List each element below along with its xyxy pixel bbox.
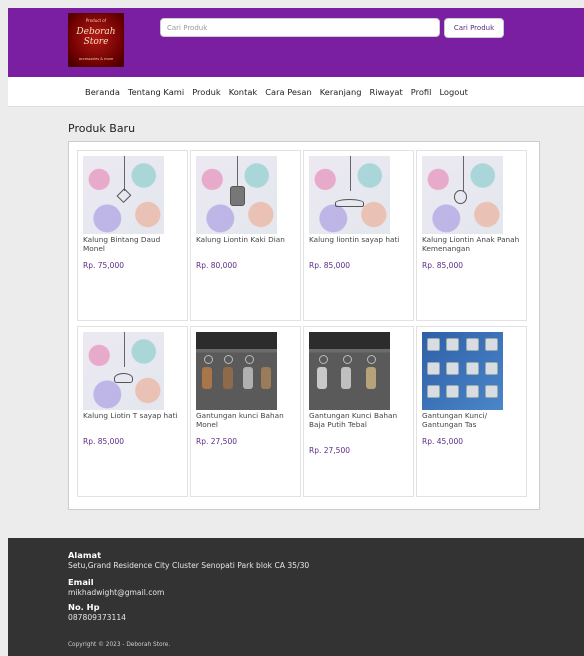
nav-cara-pesan[interactable]: Cara Pesan bbox=[265, 87, 312, 97]
email-label: Email bbox=[68, 577, 94, 587]
keyring bbox=[343, 355, 353, 365]
address-label: Alamat bbox=[68, 550, 102, 560]
product-image[interactable] bbox=[309, 156, 390, 234]
keyring bbox=[204, 355, 214, 365]
t-winged-heart-pendant bbox=[113, 372, 134, 384]
nav-riwayat[interactable]: Riwayat bbox=[370, 87, 403, 97]
footer: Alamat Setu,Grand Residence City Cluster… bbox=[8, 538, 584, 656]
star-pendant bbox=[116, 188, 131, 204]
keychain-tile bbox=[465, 338, 479, 352]
keyring bbox=[244, 355, 254, 365]
arrow-pendant bbox=[454, 190, 468, 205]
product-name[interactable]: Gantungan Kunci Bahan Baja Putih Tebal bbox=[309, 411, 409, 429]
nav-keranjang[interactable]: Keranjang bbox=[320, 87, 362, 97]
nav-kontak[interactable]: Kontak bbox=[229, 87, 258, 97]
keyring bbox=[224, 355, 234, 365]
product-card[interactable]: Gantungan kunci Bahan Monel Rp. 27,500 bbox=[190, 326, 301, 497]
foot-pendant bbox=[230, 185, 245, 206]
product-price: Rp. 80,000 bbox=[196, 261, 237, 270]
product-price: Rp. 75,000 bbox=[83, 261, 124, 270]
product-name[interactable]: Gantungan Kunci/ Gantungan Tas bbox=[422, 411, 522, 429]
keychain-charm bbox=[317, 367, 328, 390]
logo-title: Deborah Store bbox=[69, 27, 123, 47]
keychain-charm bbox=[341, 367, 352, 390]
product-card[interactable]: Kalung Liontin Anak Panah Kemenangan Rp.… bbox=[416, 150, 527, 321]
product-image[interactable] bbox=[422, 332, 503, 410]
keychain-tile bbox=[446, 338, 460, 352]
necklace-chain bbox=[349, 156, 351, 192]
section-title: Produk Baru bbox=[68, 122, 136, 135]
logo-bottom-text: accessories & more bbox=[78, 57, 114, 61]
nav-tentang-kami[interactable]: Tentang Kami bbox=[128, 87, 184, 97]
product-name[interactable]: Kalung Liontin Kaki Dian bbox=[196, 235, 296, 245]
winged-heart-pendant bbox=[334, 198, 365, 207]
product-image[interactable] bbox=[196, 156, 277, 234]
product-image[interactable] bbox=[83, 156, 164, 234]
store-logo[interactable]: Product of Deborah Store accessories & m… bbox=[68, 13, 124, 67]
product-card[interactable]: Gantungan Kunci Bahan Baja Putih Tebal R… bbox=[303, 326, 414, 497]
keychain-charm bbox=[242, 367, 253, 390]
product-image[interactable] bbox=[83, 332, 164, 410]
search-input[interactable] bbox=[160, 18, 440, 37]
product-card[interactable]: Gantungan Kunci/ Gantungan Tas Rp. 45,00… bbox=[416, 326, 527, 497]
nav-beranda[interactable]: Beranda bbox=[85, 87, 120, 97]
product-price: Rp. 85,000 bbox=[422, 261, 463, 270]
keychain-tile bbox=[446, 361, 460, 375]
phone-value: 087809373114 bbox=[68, 613, 126, 622]
keyring bbox=[367, 355, 377, 365]
nav-menu: Beranda Tentang Kami Produk Kontak Cara … bbox=[85, 77, 468, 107]
product-name[interactable]: Kalung Bintang Daud Monel bbox=[83, 235, 183, 253]
necklace-chain bbox=[462, 156, 464, 192]
product-price: Rp. 85,000 bbox=[309, 261, 350, 270]
email-value: mikhadwight@gmail.com bbox=[68, 588, 165, 597]
logo-title-line2: Store bbox=[83, 37, 109, 47]
keychain-tile bbox=[485, 385, 499, 399]
product-name[interactable]: Kalung Liontin Anak Panah Kemenangan bbox=[422, 235, 522, 253]
product-price: Rp. 27,500 bbox=[196, 437, 237, 446]
logo-top-text: Product of bbox=[85, 18, 107, 23]
keychain-charm bbox=[260, 367, 271, 390]
product-image[interactable] bbox=[422, 156, 503, 234]
product-image[interactable] bbox=[309, 332, 390, 410]
nav-produk[interactable]: Produk bbox=[192, 87, 221, 97]
necklace-chain bbox=[123, 156, 125, 192]
keychain-charm bbox=[222, 367, 233, 390]
keychain-tile bbox=[426, 385, 440, 399]
navbar: Beranda Tentang Kami Produk Kontak Cara … bbox=[8, 77, 584, 107]
product-price: Rp. 45,000 bbox=[422, 437, 463, 446]
nav-profil[interactable]: Profil bbox=[411, 87, 432, 97]
search-button[interactable]: Cari Produk bbox=[444, 18, 504, 38]
product-name[interactable]: Gantungan kunci Bahan Monel bbox=[196, 411, 296, 429]
header: Product of Deborah Store accessories & m… bbox=[8, 8, 584, 77]
keychain-tile bbox=[485, 338, 499, 352]
keychain-tile bbox=[465, 385, 479, 399]
phone-label: No. Hp bbox=[68, 602, 100, 612]
product-grid: Kalung Bintang Daud Monel Rp. 75,000 Kal… bbox=[68, 141, 540, 510]
product-card[interactable]: Kalung Bintang Daud Monel Rp. 75,000 bbox=[77, 150, 188, 321]
product-card[interactable]: Kalung liontin sayap hati Rp. 85,000 bbox=[303, 150, 414, 321]
keychain-tile bbox=[426, 338, 440, 352]
copyright-text: Copyright © 2023 - Deborah Store. bbox=[68, 642, 171, 648]
necklace-chain bbox=[123, 332, 125, 368]
keychain-tile bbox=[426, 361, 440, 375]
product-name[interactable]: Kalung liontin sayap hati bbox=[309, 235, 409, 245]
keychain-charm bbox=[202, 367, 213, 390]
product-name[interactable]: Kalung Liotin T sayap hati bbox=[83, 411, 183, 421]
nav-logout[interactable]: Logout bbox=[439, 87, 467, 97]
product-price: Rp. 85,000 bbox=[83, 437, 124, 446]
address-value: Setu,Grand Residence City Cluster Senopa… bbox=[68, 561, 310, 570]
keyring bbox=[318, 355, 328, 365]
product-card[interactable]: Kalung Liotin T sayap hati Rp. 85,000 bbox=[77, 326, 188, 497]
product-image[interactable] bbox=[196, 332, 277, 410]
product-card[interactable]: Kalung Liontin Kaki Dian Rp. 80,000 bbox=[190, 150, 301, 321]
keychain-charm bbox=[365, 367, 376, 390]
keychain-tile bbox=[446, 385, 460, 399]
keychain-tile bbox=[465, 361, 479, 375]
logo-title-line1: Deborah bbox=[76, 27, 116, 37]
keychain-tile bbox=[485, 361, 499, 375]
product-price: Rp. 27,500 bbox=[309, 446, 350, 455]
page: Product of Deborah Store accessories & m… bbox=[0, 0, 584, 656]
